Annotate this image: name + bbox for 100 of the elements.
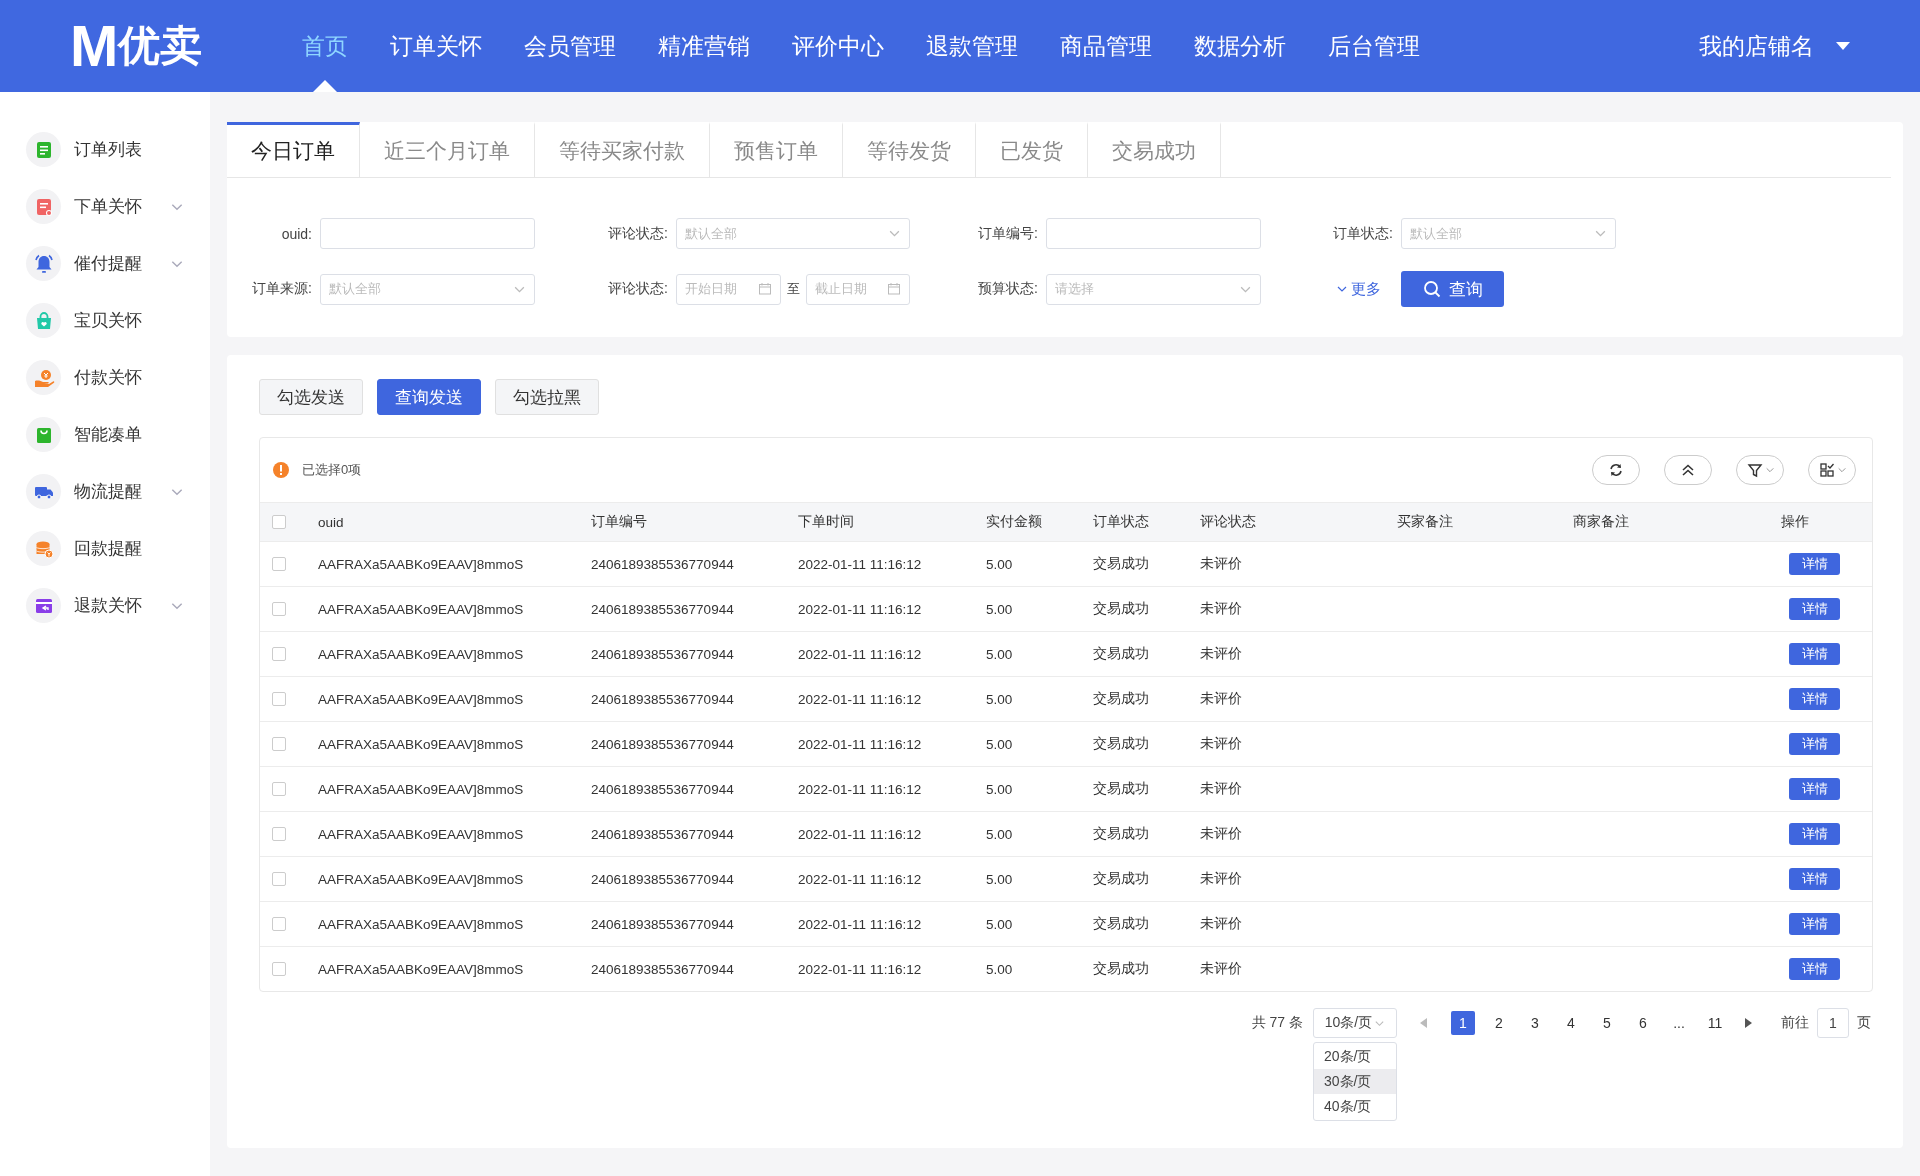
detail-button[interactable]: 详情 [1789, 643, 1840, 665]
search-button[interactable]: 查询 [1401, 271, 1504, 307]
checkbox[interactable] [272, 872, 286, 886]
table-cell-text: 5.00 [986, 736, 1014, 752]
detail-button[interactable]: 详情 [1789, 778, 1840, 800]
next-page-icon[interactable] [1743, 1017, 1753, 1029]
table-cell-text: 未评价 [1200, 870, 1243, 888]
tab[interactable]: 近三个月订单 [360, 122, 535, 177]
checkbox[interactable] [272, 782, 286, 796]
sidebar-item[interactable]: 智能凑单 [0, 406, 210, 463]
page-number[interactable]: 1 [1451, 1011, 1475, 1035]
page-number[interactable]: 6 [1631, 1011, 1655, 1035]
sidebar-item[interactable]: 订单列表 [0, 121, 210, 178]
sidebar-item[interactable]: 退款关怀 [0, 577, 210, 634]
detail-button[interactable]: 详情 [1789, 958, 1840, 980]
table-cell-text: 2406189385536770944 [591, 736, 735, 752]
action-button[interactable]: 勾选拉黑 [495, 379, 599, 415]
toolbar-button[interactable] [1808, 455, 1856, 485]
table-cell-text: 未评价 [1200, 825, 1243, 843]
nav-tab[interactable]: 退款管理 [906, 0, 1039, 92]
page-number[interactable]: 3 [1523, 1011, 1547, 1035]
sidebar-item[interactable]: 宝贝关怀 [0, 292, 210, 349]
table-cell-text: 交易成功 [1093, 915, 1150, 933]
checkbox[interactable] [272, 515, 286, 529]
page-suffix: 页 [1857, 1014, 1871, 1032]
table-cell-text: 2022-01-11 11:16:12 [798, 691, 923, 707]
checkbox[interactable] [272, 602, 286, 616]
tab[interactable]: 等待发货 [843, 122, 976, 177]
nav-tab[interactable]: 订单关怀 [370, 0, 503, 92]
sidebar-item[interactable]: 回款提醒 [0, 520, 210, 577]
table-cell-text: 2406189385536770944 [591, 556, 735, 572]
sidebar-item[interactable]: 物流提醒 [0, 463, 210, 520]
toolbar-button[interactable] [1664, 455, 1712, 485]
detail-button[interactable]: 详情 [1789, 868, 1840, 890]
action-button[interactable]: 查询发送 [377, 379, 481, 415]
table-cell-text: AAFRAXa5AABKo9EAAV]8mmoS [318, 691, 525, 707]
tab[interactable]: 已发货 [976, 122, 1088, 177]
nav-tab[interactable]: 精准营销 [638, 0, 771, 92]
table-cell-text: 2406189385536770944 [591, 781, 735, 797]
page-number[interactable]: ... [1667, 1011, 1691, 1035]
detail-button[interactable]: 详情 [1789, 733, 1840, 755]
checkbox[interactable] [272, 647, 286, 661]
table-cell-text: 2406189385536770944 [591, 691, 735, 707]
checkbox[interactable] [272, 827, 286, 841]
input-field[interactable] [320, 218, 535, 249]
detail-button[interactable]: 详情 [1789, 823, 1840, 845]
page-number[interactable]: 5 [1595, 1011, 1619, 1035]
chevron-down-icon [1836, 465, 1847, 475]
checkbox[interactable] [272, 962, 286, 976]
checkbox[interactable] [272, 557, 286, 571]
previous-page-icon[interactable] [1419, 1017, 1429, 1029]
column-header: 买家备注 [1397, 513, 1454, 531]
detail-button[interactable]: 详情 [1789, 688, 1840, 710]
checkbox[interactable] [272, 737, 286, 751]
column-header: 商家备注 [1573, 513, 1630, 531]
checkbox[interactable] [272, 917, 286, 931]
table-cell-text: AAFRAXa5AABKo9EAAV]8mmoS [318, 961, 525, 977]
column-header: 操作 [1781, 513, 1810, 531]
dropdown-option[interactable]: 30条/页 [1314, 1069, 1396, 1094]
detail-button[interactable]: 详情 [1789, 598, 1840, 620]
nav-tab[interactable]: 数据分析 [1174, 0, 1307, 92]
total-count: 共 77 条 [1251, 1014, 1303, 1032]
dropdown-option[interactable]: 20条/页 [1314, 1044, 1396, 1069]
table-cell-text: 2406189385536770944 [591, 646, 735, 662]
store-menu[interactable]: 我的店铺名 [1699, 30, 1850, 62]
dropdown-option[interactable]: 40条/页 [1314, 1094, 1396, 1119]
tab[interactable]: 今日订单 [227, 122, 360, 177]
page-number[interactable]: 4 [1559, 1011, 1583, 1035]
toolbar-button[interactable] [1592, 455, 1640, 485]
table-cell-text: 5.00 [986, 916, 1014, 932]
column-header: 下单时间 [798, 513, 855, 531]
detail-button[interactable]: 详情 [1789, 553, 1840, 575]
grid-icon [1817, 461, 1836, 479]
more-link[interactable]: 更多 [1336, 279, 1381, 299]
table-cell-text: 未评价 [1200, 555, 1243, 573]
sidebar-item[interactable]: 催付提醒 [0, 235, 210, 292]
page-number[interactable]: 11 [1703, 1011, 1727, 1035]
nav-tab[interactable]: 会员管理 [504, 0, 637, 92]
page-size-select[interactable]: 10条/页 [1313, 1008, 1397, 1038]
action-button[interactable]: 勾选发送 [259, 379, 363, 415]
page-number[interactable]: 2 [1487, 1011, 1511, 1035]
detail-button[interactable]: 详情 [1789, 913, 1840, 935]
goto-page-input[interactable]: 1 [1817, 1008, 1849, 1038]
table-cell-text: AAFRAXa5AABKo9EAAV]8mmoS [318, 556, 525, 572]
input-field[interactable] [1046, 218, 1261, 249]
table-cell-text: 2406189385536770944 [591, 871, 735, 887]
tab[interactable]: 等待买家付款 [535, 122, 710, 177]
nav-tab[interactable]: 评价中心 [772, 0, 905, 92]
sidebar-item[interactable]: 付款关怀 [0, 349, 210, 406]
logo-mark: M [70, 17, 117, 75]
nav-tab[interactable]: 商品管理 [1040, 0, 1173, 92]
table-cell-text: 2022-01-11 11:16:12 [798, 646, 923, 662]
nav-tab[interactable]: 后台管理 [1308, 0, 1441, 92]
tab[interactable]: 预售订单 [710, 122, 843, 177]
sidebar-item[interactable]: 下单关怀 [0, 178, 210, 235]
checkbox[interactable] [272, 692, 286, 706]
column-header: ouid [318, 514, 345, 530]
toolbar-button[interactable] [1736, 455, 1784, 485]
nav-tab[interactable]: 首页 [282, 0, 369, 92]
tab[interactable]: 交易成功 [1088, 122, 1221, 177]
